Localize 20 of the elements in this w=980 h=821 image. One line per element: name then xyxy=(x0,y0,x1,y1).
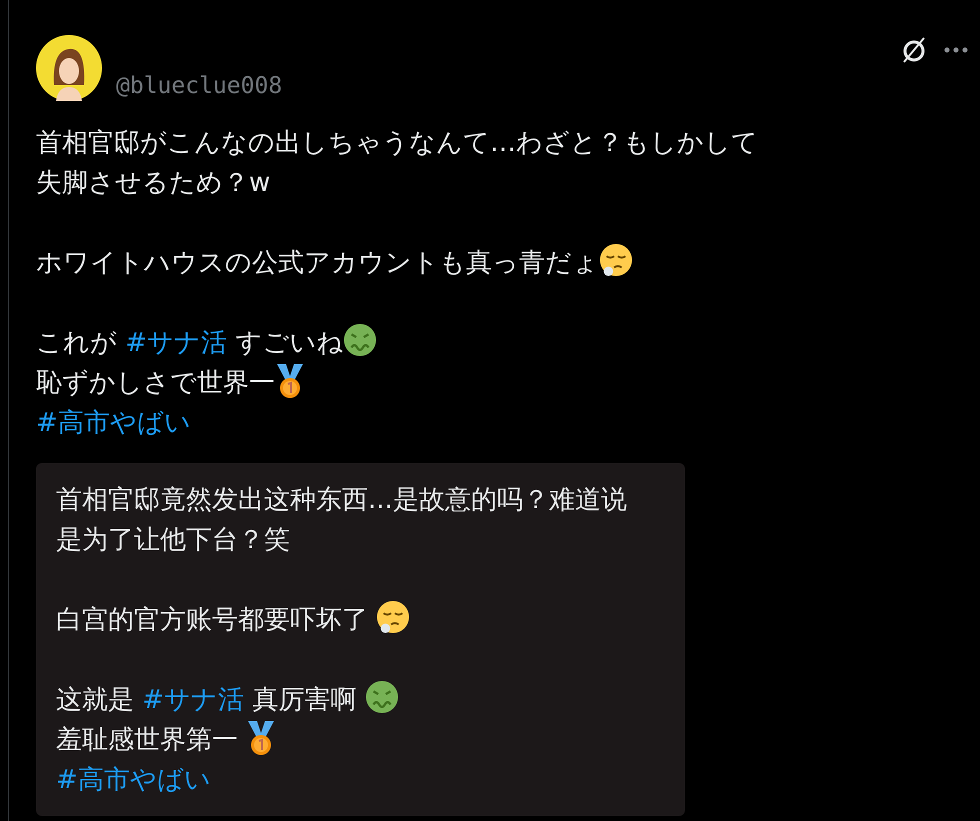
post-text: 首相官邸がこんなの出しちゃうなんて…わざと？もしかして xyxy=(36,127,759,160)
post-text: 失脚させるため？w xyxy=(36,166,272,200)
hashtag-link[interactable]: #高市やばい xyxy=(56,764,211,794)
post-text: 白宫的官方账号都要吓坏了 xyxy=(56,600,665,640)
hashtag-link[interactable]: #高市やばい xyxy=(36,408,191,438)
post-text: ホワイトハウスの公式アカウントも真っ青だょ xyxy=(36,242,980,283)
sick-face-icon xyxy=(343,322,378,356)
post-text: これが #サナ活 すごいね xyxy=(36,322,980,363)
more-options-icon[interactable] xyxy=(944,47,968,53)
post-text: 这就是 #サナ活 真厉害啊 xyxy=(56,680,665,720)
post-text: 恥ずかしさで世界一 xyxy=(36,363,980,404)
avatar[interactable] xyxy=(36,35,102,101)
post-text: 羞耻感世界第一 xyxy=(56,720,665,760)
hashtag-link[interactable]: #サナ活 xyxy=(142,684,244,714)
post-text: 是为了让他下台？笑 xyxy=(56,524,291,556)
sighing-face-icon xyxy=(599,242,633,276)
hashtag-link[interactable]: #サナ活 xyxy=(125,328,228,358)
post-text: 首相官邸竟然发出这种东西...是故意的吗？难道说 xyxy=(56,484,628,517)
medal-icon xyxy=(275,363,305,399)
user-handle[interactable]: @blueclue008 xyxy=(116,73,282,99)
